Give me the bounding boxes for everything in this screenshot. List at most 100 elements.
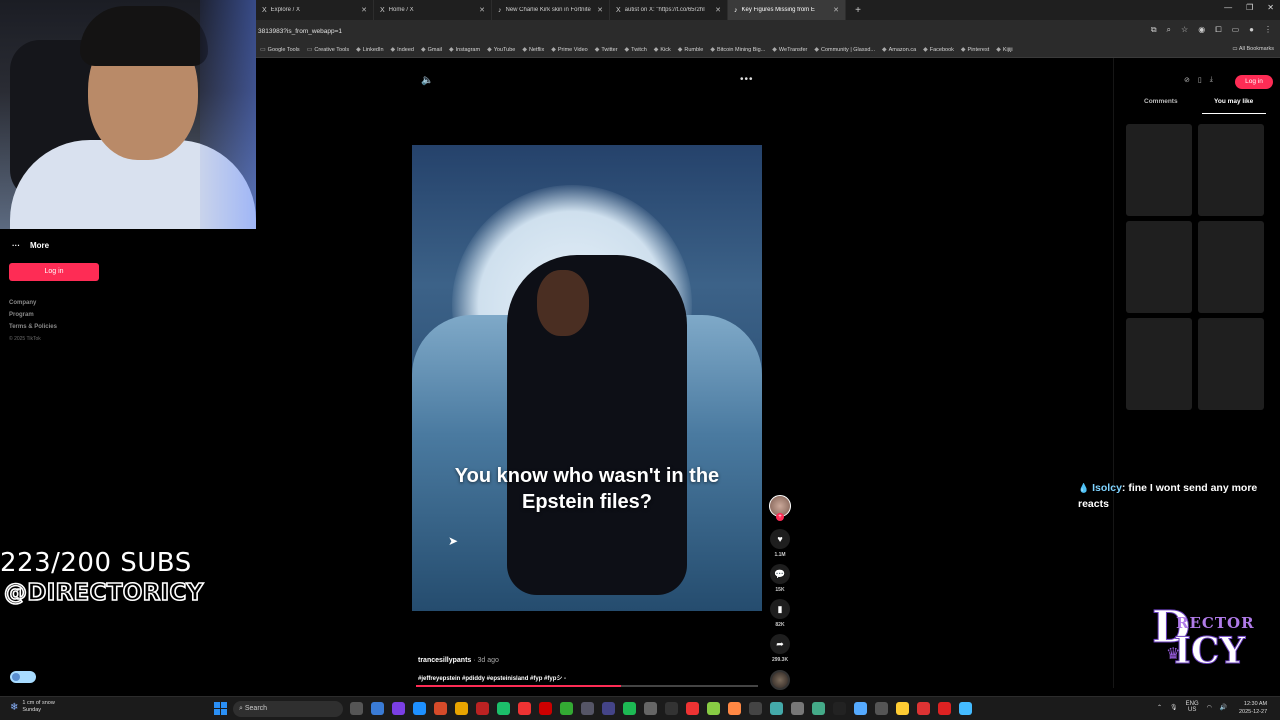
taskbar-app-icon[interactable]	[665, 702, 678, 715]
zoom-icon[interactable]: ⌕	[1167, 25, 1171, 35]
new-tab-button[interactable]: +	[850, 5, 866, 16]
bookmark-item[interactable]: ◆ Kick	[654, 46, 671, 54]
taskbar-app-icon[interactable]	[938, 702, 951, 715]
comment-icon[interactable]: 💬	[770, 564, 790, 584]
all-bookmarks-button[interactable]: ▭ All Bookmarks	[1232, 46, 1274, 52]
bookmark-item[interactable]: ◆ Kijiji	[996, 46, 1012, 54]
taskbar-app-icon[interactable]	[581, 702, 594, 715]
suggested-video-thumbnail[interactable]	[1126, 124, 1192, 216]
taskbar-app-icon[interactable]	[707, 702, 720, 715]
taskbar-app-icon[interactable]	[875, 702, 888, 715]
close-tab-icon[interactable]: ✕	[361, 6, 367, 14]
taskbar-app-icon[interactable]	[476, 702, 489, 715]
close-tab-icon[interactable]: ✕	[597, 6, 603, 14]
install-icon[interactable]: ⧉	[1151, 25, 1157, 35]
share-arrow-icon[interactable]: ➦	[770, 634, 790, 654]
taskbar-app-icon[interactable]	[896, 702, 909, 715]
tab-you-may-like[interactable]: You may like	[1214, 98, 1253, 105]
taskbar-app-icon[interactable]	[371, 702, 384, 715]
weather-widget[interactable]: ❄ 1 cm of snow Sunday	[10, 700, 55, 714]
url-field[interactable]: 3813983?is_from_webapp=1	[258, 28, 342, 35]
mic-icon[interactable]: 🎙	[1170, 704, 1178, 711]
bookmark-item[interactable]: ◆ Rumble	[678, 46, 704, 54]
minimize-icon[interactable]: —	[1224, 3, 1232, 12]
suggested-video-thumbnail[interactable]	[1126, 221, 1192, 313]
bookmark-item[interactable]: ▭ Google Tools	[260, 46, 300, 54]
more-options-icon[interactable]: •••	[740, 74, 754, 85]
kebab-menu-icon[interactable]: ⋮	[1264, 25, 1272, 35]
like-heart-icon[interactable]: ♥	[770, 529, 790, 549]
taskbar-app-icon[interactable]	[434, 702, 447, 715]
login-button-right[interactable]: Log in	[1235, 75, 1273, 89]
close-tab-icon[interactable]: ✕	[715, 6, 721, 14]
download-icon[interactable]: ⤓	[1210, 76, 1213, 84]
taskbar-app-icon[interactable]	[959, 702, 972, 715]
login-button[interactable]: Log in	[9, 263, 99, 281]
browser-tab[interactable]: Xautist on X: "https://t.co/65r2hI ✕	[610, 0, 728, 20]
taskbar-app-icon[interactable]	[392, 702, 405, 715]
language-indicator[interactable]: ENG US	[1186, 701, 1199, 713]
sidebar-icon[interactable]: ▭	[1232, 25, 1240, 35]
extension-icon[interactable]: ◉	[1198, 25, 1205, 35]
toggle-switch[interactable]	[10, 671, 36, 683]
taskbar-app-icon[interactable]	[350, 702, 363, 715]
bookmark-item[interactable]: ◆ Amazon.ca	[882, 46, 916, 54]
browser-tab-active[interactable]: ♪ Key Figures Missing from E ✕	[728, 0, 846, 20]
bookmark-item[interactable]: ◆ Pinterest	[961, 46, 989, 54]
taskbar-app-icon[interactable]	[917, 702, 930, 715]
wifi-icon[interactable]: ◠	[1207, 704, 1212, 711]
suggested-video-thumbnail[interactable]	[1126, 318, 1192, 410]
music-disc-icon[interactable]	[770, 670, 790, 690]
close-window-icon[interactable]: ✕	[1267, 3, 1274, 12]
follow-plus-icon[interactable]: +	[776, 513, 784, 521]
taskbar-app-icon[interactable]	[749, 702, 762, 715]
bookmark-item[interactable]: ◆ LinkedIn	[356, 46, 383, 54]
bookmark-item[interactable]: ◆ YouTube	[487, 46, 515, 54]
tab-comments[interactable]: Comments	[1144, 98, 1178, 105]
taskbar-app-icon[interactable]	[413, 702, 426, 715]
windows-start-icon[interactable]	[214, 702, 227, 715]
taskbar-app-icon[interactable]	[455, 702, 468, 715]
close-tab-icon[interactable]: ✕	[479, 6, 485, 14]
taskbar-app-icon[interactable]	[623, 702, 636, 715]
bookmark-item[interactable]: ◆ Facebook	[923, 46, 954, 54]
speaker-icon[interactable]: 🔊	[1220, 704, 1227, 711]
taskbar-clock[interactable]: 12:30 AM 2025-12-27	[1239, 700, 1267, 716]
taskbar-app-icon[interactable]	[602, 702, 615, 715]
video-progress-bar[interactable]	[416, 685, 758, 687]
taskbar-app-icon[interactable]	[833, 702, 846, 715]
taskbar-app-icon[interactable]	[644, 702, 657, 715]
suggested-video-thumbnail[interactable]	[1198, 318, 1264, 410]
puzzle-icon[interactable]: ⧠	[1215, 25, 1221, 35]
bookmark-item[interactable]: ◆ Twitter	[595, 46, 618, 54]
taskbar-app-icon[interactable]	[812, 702, 825, 715]
bookmark-item[interactable]: ◆ Community | Glassd...	[814, 46, 875, 54]
suggested-video-thumbnail[interactable]	[1198, 124, 1264, 216]
bookmark-item[interactable]: ◆ Prime Video	[551, 46, 587, 54]
taskbar-app-icon[interactable]	[518, 702, 531, 715]
bookmark-item[interactable]: ◆ WeTransfer	[772, 46, 807, 54]
bookmark-item[interactable]: ◆ Twitch	[625, 46, 647, 54]
taskbar-app-icon[interactable]	[497, 702, 510, 715]
video-player[interactable]: You know who wasn't in the Epstein files…	[412, 145, 762, 611]
maximize-icon[interactable]: ❐	[1246, 3, 1253, 12]
browser-tab[interactable]: X Explore / X ✕	[256, 0, 374, 20]
taskbar-search[interactable]: ⌕ Search	[233, 701, 343, 717]
close-tab-icon[interactable]: ✕	[833, 6, 839, 14]
taskbar-app-icon[interactable]	[686, 702, 699, 715]
bookmark-item[interactable]: ◆ Netflix	[522, 46, 544, 54]
bookmark-item[interactable]: ◆ Indeed	[391, 46, 414, 54]
video-author[interactable]: trancesillypants · 3d ago	[418, 657, 499, 664]
profile-icon[interactable]: ●	[1249, 25, 1254, 35]
more-menu-item[interactable]: ··· More	[12, 241, 49, 250]
video-hashtags[interactable]: #jeffreyepstein #pdiddy #epsteinisland #…	[418, 673, 566, 682]
bookmark-item[interactable]: ◆ Bitcoin Mining Big...	[710, 46, 765, 54]
chevron-up-icon[interactable]: ⌃	[1157, 704, 1162, 711]
taskbar-app-icon[interactable]	[539, 702, 552, 715]
browser-tab[interactable]: ♪ New Charlie Kirk skin in Fortnite ✕	[492, 0, 610, 20]
taskbar-app-icon[interactable]	[770, 702, 783, 715]
volume-icon[interactable]: 🔈	[421, 75, 433, 86]
footer-link-program[interactable]: Program	[9, 312, 34, 318]
bookmark-item[interactable]: ◆ Instagram	[449, 46, 480, 54]
star-icon[interactable]: ☆	[1181, 25, 1188, 35]
